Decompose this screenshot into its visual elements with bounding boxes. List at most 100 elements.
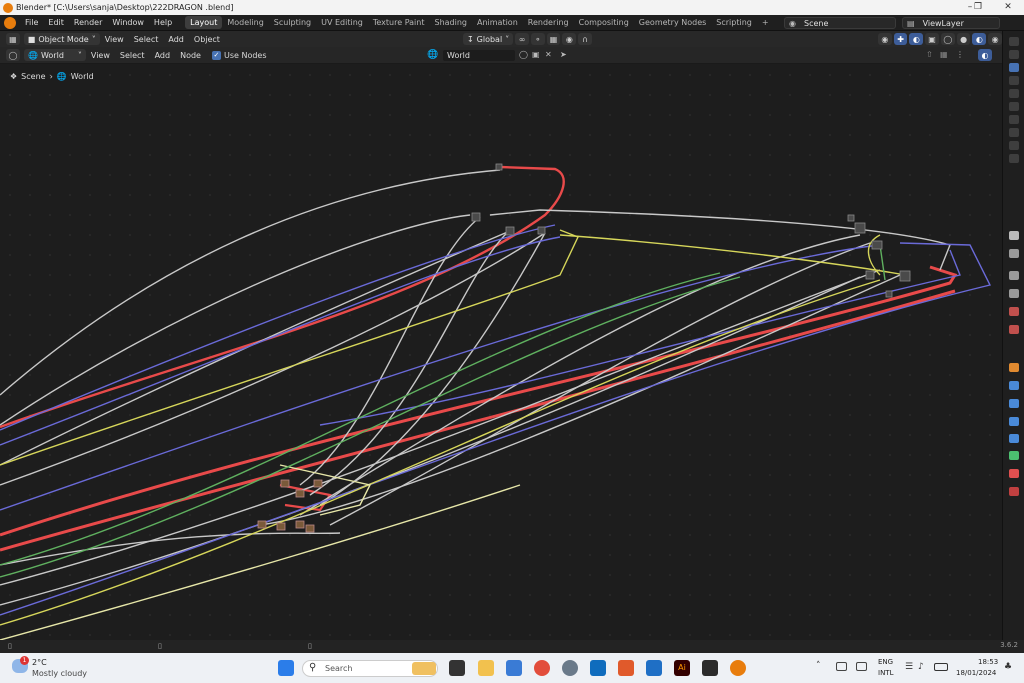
world-name-field[interactable]: World: [443, 50, 515, 61]
camera-icon[interactable]: [1009, 89, 1019, 98]
lang-bottom[interactable]: INTL: [878, 669, 893, 677]
search-highlight-icon[interactable]: [412, 662, 436, 675]
tab-layout[interactable]: Layout: [185, 16, 223, 29]
menu-object[interactable]: Object: [189, 35, 225, 44]
file-explorer-icon[interactable]: [478, 660, 494, 676]
camera-icon[interactable]: [1009, 115, 1019, 124]
render-icon[interactable]: [1009, 249, 1019, 258]
blender-taskbar-icon[interactable]: [730, 660, 746, 676]
tool-icon[interactable]: [1009, 231, 1019, 240]
tab-uv-editing[interactable]: UV Editing: [316, 16, 368, 29]
gizmo-icon[interactable]: ✚: [893, 33, 908, 45]
duplicate-icon[interactable]: ▣: [532, 50, 540, 59]
falloff-icon[interactable]: ∩: [578, 33, 592, 45]
snap-icon[interactable]: ⚬: [530, 33, 545, 45]
visibility-icon[interactable]: ◉: [877, 33, 892, 45]
close-button[interactable]: ✕: [994, 0, 1022, 15]
modifier-icon[interactable]: [1009, 381, 1019, 390]
breadcrumb-world[interactable]: World: [71, 72, 94, 81]
illustrator-icon[interactable]: Ai: [674, 660, 690, 676]
camera-icon[interactable]: [1009, 37, 1019, 46]
tab-scripting[interactable]: Scripting: [711, 16, 757, 29]
constraints-icon[interactable]: [1009, 434, 1019, 443]
maximize-button[interactable]: ❐: [964, 0, 992, 15]
tab-compositing[interactable]: Compositing: [574, 16, 634, 29]
node-menu-view[interactable]: View: [86, 51, 115, 60]
node-editor-type-icon[interactable]: ◯: [6, 49, 20, 61]
wireframe-shading-icon[interactable]: ◯: [940, 33, 955, 45]
unlink-icon[interactable]: ✕: [545, 50, 552, 59]
menu-help[interactable]: Help: [149, 18, 177, 27]
overlay-icon[interactable]: ◐: [909, 33, 924, 45]
scene-selector[interactable]: ◉ Scene: [784, 17, 896, 29]
shader-type-dropdown[interactable]: 🌐 World ˅: [24, 49, 86, 61]
tab-animation[interactable]: Animation: [472, 16, 523, 29]
clock-date[interactable]: 18/01/2024: [956, 669, 996, 677]
tab-modeling[interactable]: Modeling: [222, 16, 268, 29]
camera-icon[interactable]: [1009, 50, 1019, 59]
node-editor-canvas[interactable]: ❖ Scene › 🌐 World: [0, 65, 1002, 641]
transform-orientation-dropdown[interactable]: ↧ Global ˅: [462, 33, 514, 45]
snap-options-icon[interactable]: ⋮: [956, 50, 964, 59]
material-shading-icon[interactable]: ◐: [972, 33, 987, 45]
texture-icon[interactable]: [1009, 487, 1019, 496]
pivot-icon[interactable]: ∞: [515, 33, 529, 45]
task-view-icon[interactable]: [449, 660, 465, 676]
physics-icon[interactable]: [1009, 417, 1019, 426]
camera-icon[interactable]: [1009, 141, 1019, 150]
solid-shading-icon[interactable]: ●: [956, 33, 971, 45]
tab-rendering[interactable]: Rendering: [523, 16, 574, 29]
menu-render[interactable]: Render: [69, 18, 107, 27]
data-icon[interactable]: [1009, 451, 1019, 460]
camera-icon[interactable]: [1009, 128, 1019, 137]
node-menu-node[interactable]: Node: [175, 51, 206, 60]
parent-node-icon[interactable]: ⇧: [926, 50, 933, 59]
menu-edit[interactable]: Edit: [43, 18, 69, 27]
world-props-icon[interactable]: [1009, 325, 1019, 334]
rendered-shading-icon[interactable]: ◉: [988, 33, 1002, 45]
tray-icon[interactable]: [836, 662, 847, 671]
lang-top[interactable]: ENG: [878, 658, 893, 666]
camera-icon[interactable]: [1009, 154, 1019, 163]
tab-geometry-nodes[interactable]: Geometry Nodes: [634, 16, 711, 29]
wifi-icon[interactable]: ☰: [905, 662, 913, 672]
volume-icon[interactable]: ♪: [918, 662, 924, 672]
app-icon[interactable]: [618, 660, 634, 676]
snap-target-icon[interactable]: ▦: [546, 33, 561, 45]
pin-icon[interactable]: ➤: [560, 50, 567, 59]
tab-texture-paint[interactable]: Texture Paint: [368, 16, 430, 29]
xray-icon[interactable]: ▣: [925, 33, 939, 45]
menu-file[interactable]: File: [20, 18, 43, 27]
clock-time[interactable]: 18:53: [978, 658, 998, 666]
outlook-icon[interactable]: [590, 660, 606, 676]
settings-gear-icon[interactable]: [562, 660, 578, 676]
node-menu-select[interactable]: Select: [115, 51, 150, 60]
output-icon[interactable]: [1009, 271, 1019, 280]
scene-props-icon[interactable]: [1009, 307, 1019, 316]
mode-dropdown[interactable]: ■ Object Mode ˅: [23, 33, 100, 45]
view-layer-selector[interactable]: ▤ ViewLayer: [902, 17, 1000, 29]
menu-select[interactable]: Select: [129, 35, 164, 44]
node-overlay-icon[interactable]: ◐: [978, 49, 992, 61]
fake-user-icon[interactable]: ◯: [519, 50, 528, 59]
menu-view[interactable]: View: [100, 35, 129, 44]
use-nodes-checkbox[interactable]: ✓: [211, 50, 221, 60]
store-icon[interactable]: [506, 660, 522, 676]
battery-icon[interactable]: [934, 663, 948, 671]
camera-icon[interactable]: [1009, 76, 1019, 85]
camera-icon[interactable]: [1009, 102, 1019, 111]
particles-icon[interactable]: [1009, 399, 1019, 408]
camera-icon[interactable]: [1009, 63, 1019, 72]
breadcrumb-scene[interactable]: Scene: [21, 72, 45, 81]
tray-icon[interactable]: [856, 662, 867, 671]
menu-window[interactable]: Window: [107, 18, 149, 27]
chrome-icon[interactable]: [534, 660, 550, 676]
snap-node-icon[interactable]: ▦: [940, 50, 948, 59]
object-icon[interactable]: [1009, 363, 1019, 372]
editor-type-icon[interactable]: ▦: [6, 33, 20, 45]
world-browse-icon[interactable]: 🌐: [427, 50, 438, 60]
add-workspace-button[interactable]: +: [757, 16, 774, 29]
proportional-edit-icon[interactable]: ◉: [562, 33, 577, 45]
chevron-up-icon[interactable]: ˄: [816, 661, 821, 671]
blender-menu-icon[interactable]: [4, 16, 16, 29]
